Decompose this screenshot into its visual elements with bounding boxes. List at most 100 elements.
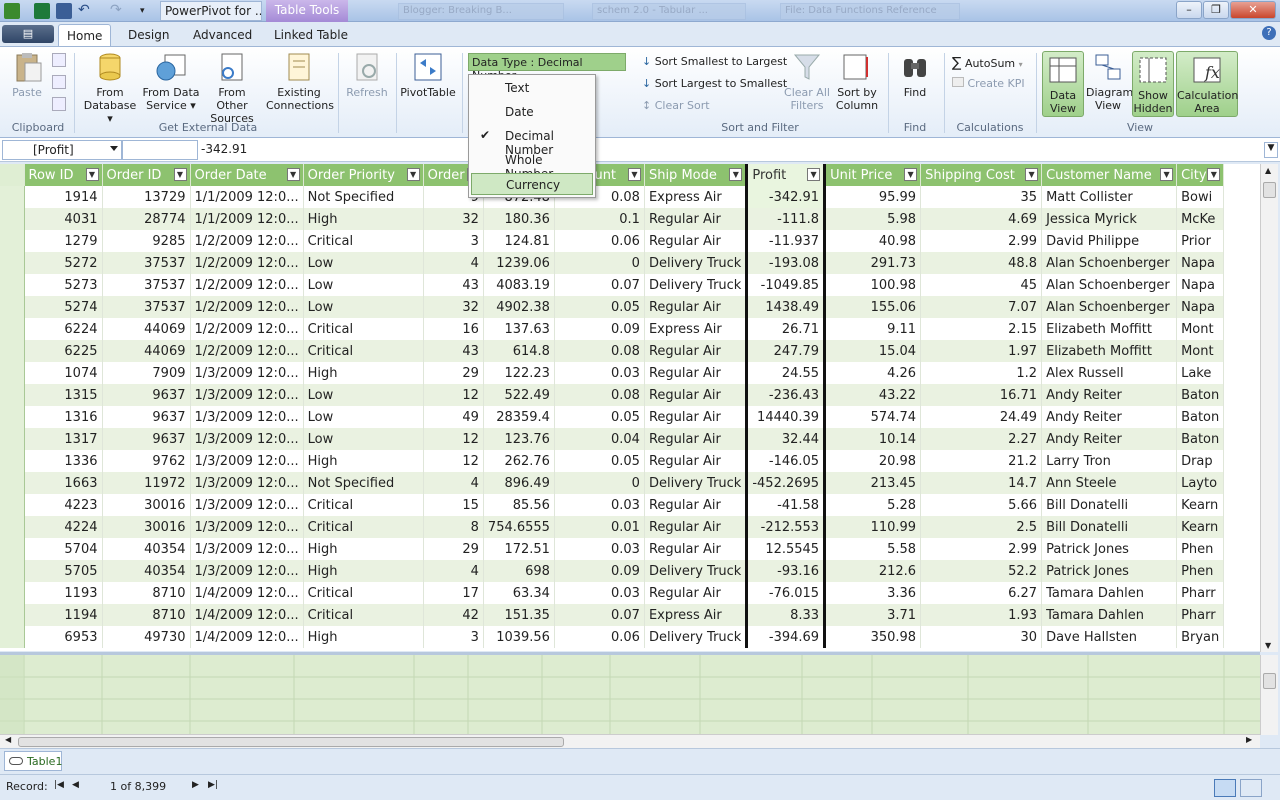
row-header[interactable] <box>0 186 25 208</box>
table-cell[interactable]: Mont <box>1176 340 1225 362</box>
table-cell[interactable]: 5704 <box>24 538 103 560</box>
table-cell[interactable]: Delivery Truck <box>644 274 748 296</box>
name-box-dropdown-icon[interactable] <box>110 146 118 151</box>
show-hidden-button[interactable]: Show Hidden <box>1132 51 1174 117</box>
table-cell[interactable]: 4223 <box>24 494 103 516</box>
table-cell[interactable]: 1316 <box>24 406 103 428</box>
tab-home[interactable]: Home <box>58 24 112 46</box>
table-cell[interactable]: 28359.4 <box>483 406 555 428</box>
table-cell[interactable]: 12 <box>423 450 484 472</box>
table-cell[interactable]: Kearn <box>1176 494 1225 516</box>
table-cell[interactable]: Matt Collister <box>1041 186 1178 208</box>
table-cell[interactable]: Napa <box>1176 252 1225 274</box>
table-cell[interactable]: 52.2 <box>920 560 1043 582</box>
table-cell[interactable]: 0.06 <box>554 626 645 648</box>
table-cell[interactable]: 8710 <box>102 582 191 604</box>
scroll-up-icon[interactable]: ▲ <box>1265 166 1271 175</box>
table-cell[interactable]: 45 <box>920 274 1043 296</box>
table-cell[interactable]: 6953 <box>24 626 103 648</box>
table-cell[interactable]: 11972 <box>102 472 191 494</box>
table-cell[interactable]: 0.08 <box>554 340 645 362</box>
table-cell[interactable]: High <box>303 626 424 648</box>
table-cell[interactable]: 49 <box>423 406 484 428</box>
table-cell[interactable]: 122.23 <box>483 362 555 384</box>
table-cell[interactable]: 0.05 <box>554 406 645 428</box>
table-cell[interactable]: 3 <box>423 230 484 252</box>
table-cell[interactable]: 1/3/2009 12:0... <box>190 428 304 450</box>
table-cell[interactable]: 2.99 <box>920 230 1043 252</box>
file-menu-button[interactable]: ▤ <box>2 25 54 43</box>
table-cell[interactable]: 213.45 <box>824 472 922 494</box>
table-cell[interactable]: 0 <box>554 252 645 274</box>
table-cell[interactable]: Regular Air <box>644 384 748 406</box>
table-cell[interactable]: 1/3/2009 12:0... <box>190 406 304 428</box>
table-cell[interactable]: 574.74 <box>824 406 922 428</box>
horizontal-scrollbar[interactable]: ◀ ▶ <box>0 734 1260 748</box>
find-button[interactable]: Find <box>894 51 936 99</box>
table-cell[interactable]: Regular Air <box>644 296 748 318</box>
table-cell[interactable]: -394.69 <box>745 626 827 648</box>
filter-dropdown-icon[interactable]: ▼ <box>1025 168 1039 181</box>
table-cell[interactable]: 1.97 <box>920 340 1043 362</box>
row-header[interactable] <box>0 582 25 604</box>
table-cell[interactable]: 350.98 <box>824 626 922 648</box>
table-cell[interactable]: Alan Schoenberger <box>1041 296 1178 318</box>
table-cell[interactable]: 9637 <box>102 428 191 450</box>
undo-icon[interactable]: ↶ <box>78 3 94 19</box>
refresh-button[interactable]: Refresh <box>344 51 390 99</box>
table-cell[interactable]: Regular Air <box>644 516 748 538</box>
table-cell[interactable]: Regular Air <box>644 582 748 604</box>
table-cell[interactable]: 15.04 <box>824 340 922 362</box>
column-header[interactable]: Order Priority ▼ <box>303 164 424 186</box>
filter-dropdown-icon[interactable]: ▼ <box>173 168 187 181</box>
table-cell[interactable]: Napa <box>1176 296 1225 318</box>
table-cell[interactable]: Not Specified <box>303 186 424 208</box>
table-cell[interactable]: Low <box>303 384 424 406</box>
table-cell[interactable]: 12.5545 <box>745 538 827 560</box>
table-cell[interactable]: -193.08 <box>745 252 827 274</box>
table-cell[interactable]: 3.71 <box>824 604 922 626</box>
row-header[interactable] <box>0 604 25 626</box>
table-cell[interactable]: 614.8 <box>483 340 555 362</box>
copy-icon[interactable] <box>52 75 66 89</box>
table-cell[interactable]: 24.49 <box>920 406 1043 428</box>
table-cell[interactable]: 5273 <box>24 274 103 296</box>
from-database-button[interactable]: From Database ▾ <box>80 51 140 125</box>
table-cell[interactable]: -236.43 <box>745 384 827 406</box>
vertical-scrollbar[interactable]: ▲ ▼ <box>1260 164 1278 652</box>
table-cell[interactable]: Napa <box>1176 274 1225 296</box>
row-header[interactable] <box>0 384 25 406</box>
table-cell[interactable]: 1/2/2009 12:0... <box>190 296 304 318</box>
table-cell[interactable]: 1/3/2009 12:0... <box>190 362 304 384</box>
sort-by-column-button[interactable]: Sort by Column <box>832 51 882 112</box>
column-header[interactable]: City ▼ <box>1176 164 1225 186</box>
table-cell[interactable]: 9.11 <box>824 318 922 340</box>
table-cell[interactable]: McKe <box>1176 208 1225 230</box>
table-cell[interactable]: 5705 <box>24 560 103 582</box>
table-cell[interactable]: Jessica Myrick <box>1041 208 1178 230</box>
table-cell[interactable]: Prior <box>1176 230 1225 252</box>
table-cell[interactable]: Regular Air <box>644 450 748 472</box>
table-cell[interactable]: 1663 <box>24 472 103 494</box>
table-cell[interactable]: Andy Reiter <box>1041 384 1178 406</box>
table-cell[interactable]: 698 <box>483 560 555 582</box>
table-cell[interactable]: 30016 <box>102 494 191 516</box>
table-cell[interactable]: Critical <box>303 582 424 604</box>
table-cell[interactable]: 42 <box>423 604 484 626</box>
table-cell[interactable]: 1194 <box>24 604 103 626</box>
table-cell[interactable]: Kearn <box>1176 516 1225 538</box>
restore-button[interactable]: ❐ <box>1203 1 1229 19</box>
data-type-option-text[interactable]: Text <box>471 77 593 99</box>
calculation-area-grid[interactable] <box>0 652 1260 737</box>
table-cell[interactable]: 155.06 <box>824 296 922 318</box>
tab-linked-table[interactable]: Linked Table <box>266 24 356 46</box>
table-cell[interactable]: -76.015 <box>745 582 827 604</box>
table-cell[interactable]: 1/2/2009 12:0... <box>190 340 304 362</box>
sort-largest-to-smallest-button[interactable]: ↓ Sort Largest to Smallest <box>642 77 787 90</box>
data-type-option-whole-number[interactable]: Whole Number <box>471 149 593 181</box>
table-cell[interactable]: 20.98 <box>824 450 922 472</box>
clear-sort-button[interactable]: ↕ Clear Sort <box>642 99 710 112</box>
table-cell[interactable]: 5272 <box>24 252 103 274</box>
table-cell[interactable]: Baton <box>1176 384 1225 406</box>
table-cell[interactable]: 7.07 <box>920 296 1043 318</box>
